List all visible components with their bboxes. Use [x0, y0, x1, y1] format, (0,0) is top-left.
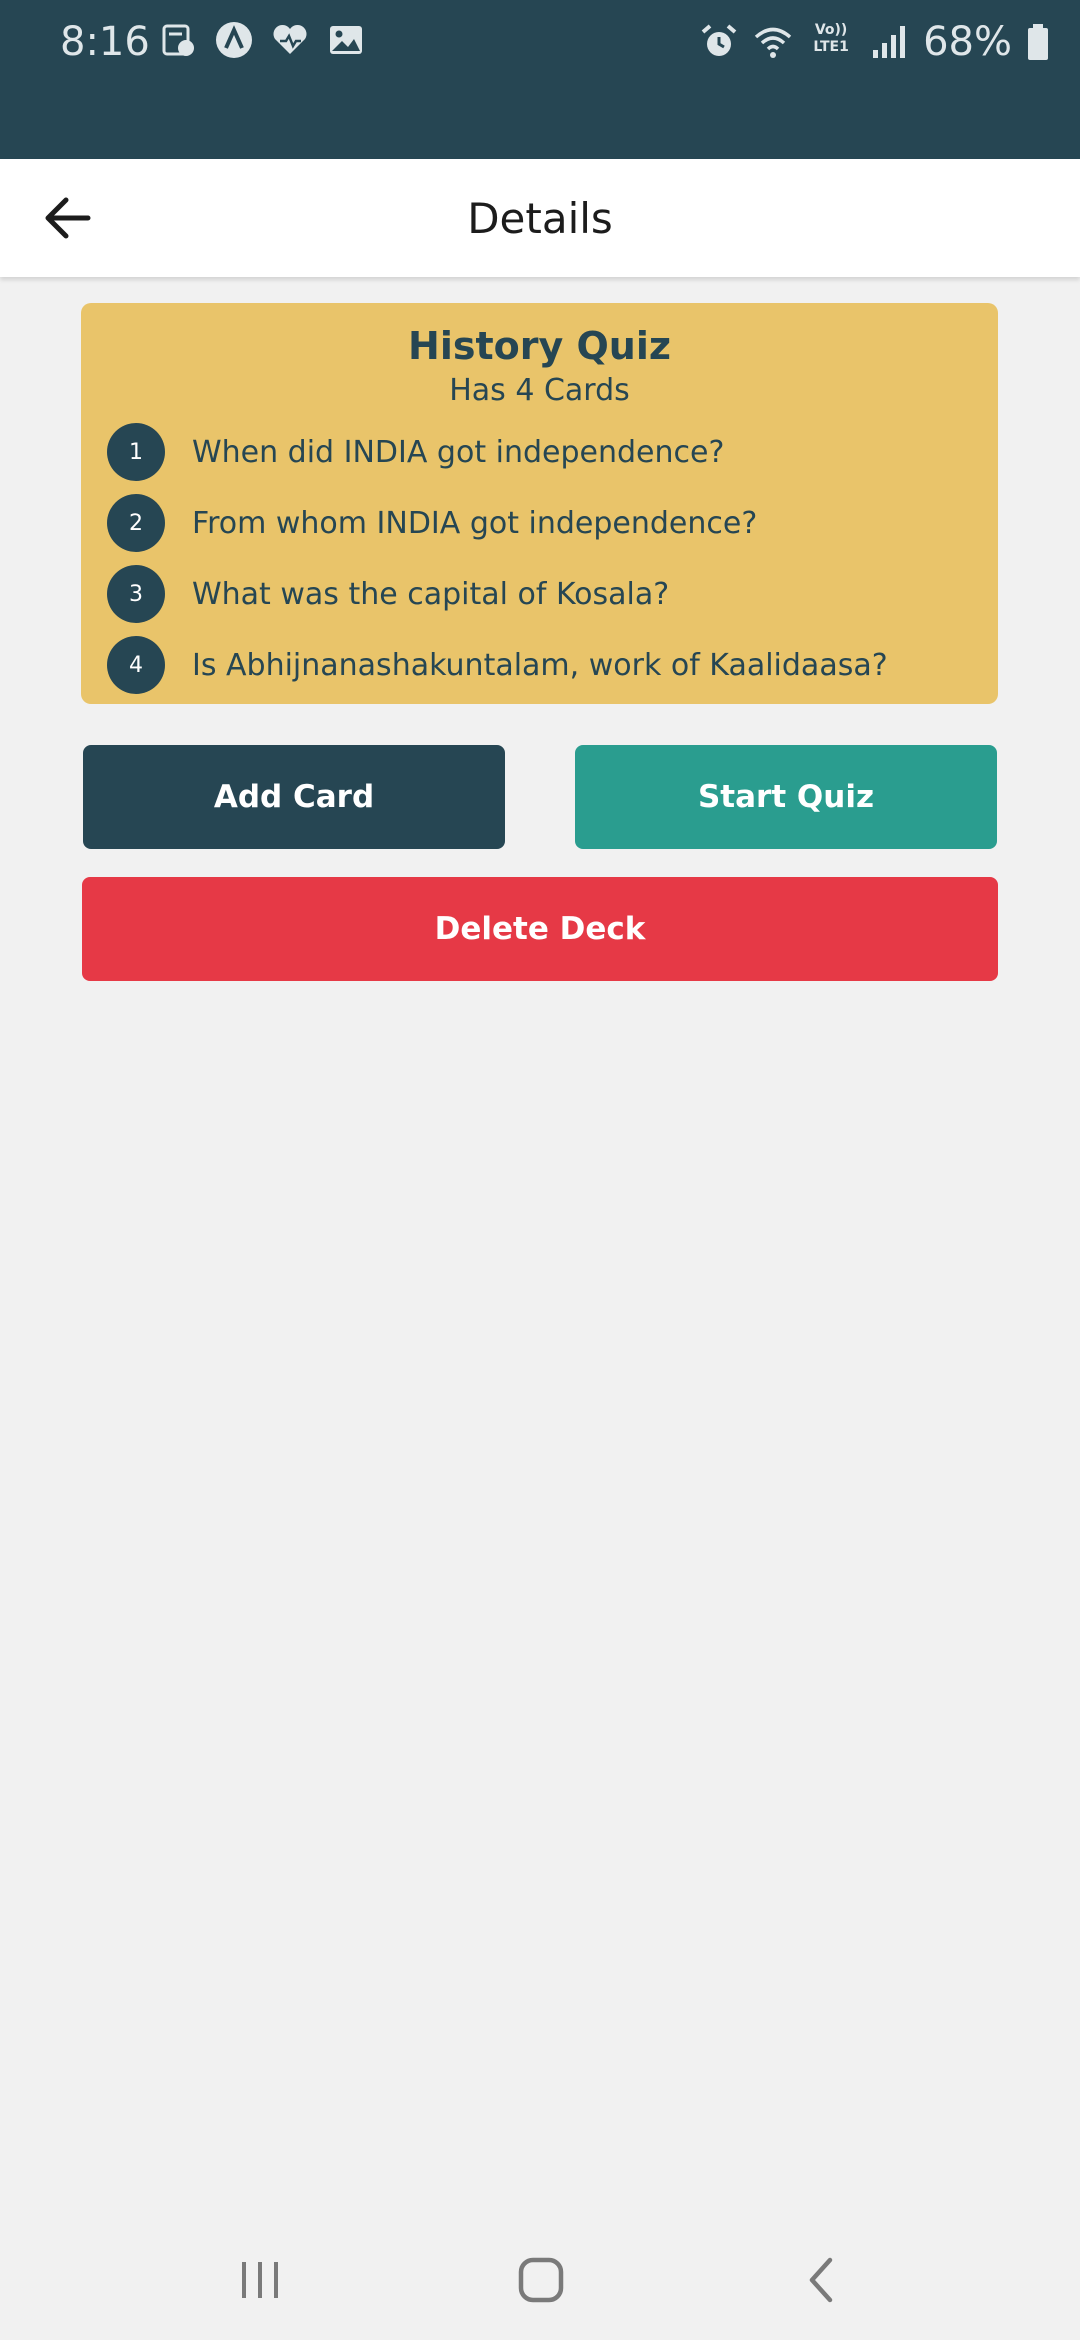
- deck-title: History Quiz: [408, 324, 671, 368]
- battery-percentage: 68%: [923, 19, 1012, 65]
- alarm-icon: [701, 24, 737, 56]
- health-icon: [273, 24, 307, 54]
- card-question: When did INDIA got independence?: [192, 434, 725, 470]
- page-title: Details: [467, 194, 613, 243]
- status-time: 8:16: [60, 19, 150, 65]
- list-item: 1 When did INDIA got independence?: [107, 423, 724, 481]
- card-question: From whom INDIA got independence?: [192, 505, 758, 541]
- card-number-badge: 4: [107, 636, 165, 694]
- card-number-badge: 2: [107, 494, 165, 552]
- status-left-icons: [158, 20, 366, 60]
- recent-apps-icon[interactable]: [230, 2250, 290, 2310]
- header-bar: Details: [0, 159, 1080, 277]
- gallery-icon: [330, 26, 362, 54]
- navigation-app-icon: [216, 22, 252, 58]
- card-number-badge: 3: [107, 565, 165, 623]
- add-card-button[interactable]: Add Card: [83, 745, 505, 849]
- status-bar: 8:16 Vo)) LTE1 68%: [0, 0, 1080, 159]
- list-item: 3 What was the capital of Kosala?: [107, 565, 669, 623]
- deck-card: History Quiz Has 4 Cards 1 When did INDI…: [81, 303, 998, 704]
- wifi-icon: [754, 27, 792, 58]
- notes-icon: [162, 24, 194, 56]
- cell-signal-icon: [873, 26, 906, 58]
- start-quiz-button[interactable]: Start Quiz: [575, 745, 997, 849]
- back-icon[interactable]: [792, 2250, 852, 2310]
- card-question: Is Abhijnanashakuntalam, work of Kaalida…: [192, 647, 888, 683]
- card-question: What was the capital of Kosala?: [192, 576, 670, 612]
- deck-card-count: Has 4 Cards: [449, 373, 630, 408]
- system-nav-bar: [0, 2220, 1080, 2340]
- delete-deck-button[interactable]: Delete Deck: [82, 877, 998, 981]
- list-item: 2 From whom INDIA got independence?: [107, 494, 757, 552]
- list-item: 4 Is Abhijnanashakuntalam, work of Kaali…: [107, 636, 888, 694]
- card-number-badge: 1: [107, 423, 165, 481]
- lte-signal-icon: Vo)) LTE1: [813, 22, 849, 55]
- battery-icon: [1028, 24, 1048, 60]
- status-right-icons: Vo)) LTE1 68%: [699, 14, 1050, 70]
- home-icon[interactable]: [511, 2250, 571, 2310]
